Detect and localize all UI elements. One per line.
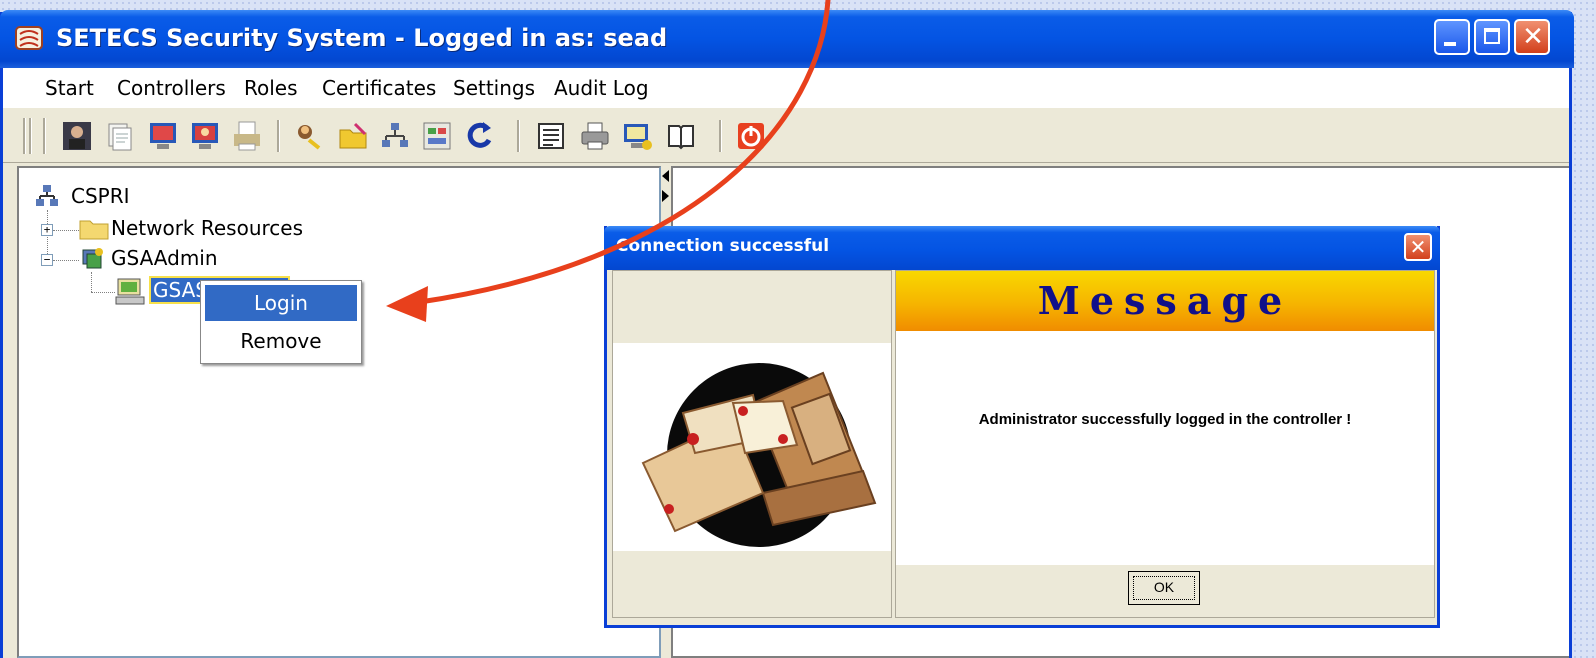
dialog-titlebar[interactable]: Connection successful ✕	[604, 226, 1440, 270]
menu-bar: Start Controllers Roles Certificates Set…	[3, 68, 1569, 108]
dialog-image-area	[613, 343, 891, 551]
dialog-message-pane: Message Administrator successfully logge…	[895, 270, 1435, 618]
menu-start[interactable]: Start	[45, 68, 94, 108]
refresh-icon[interactable]	[465, 120, 497, 152]
context-menu: Login Remove	[200, 280, 362, 364]
context-menu-remove[interactable]: Remove	[205, 323, 357, 359]
dialog-image-pane	[612, 270, 892, 618]
menu-settings[interactable]: Settings	[453, 68, 535, 108]
close-icon: ✕	[1409, 235, 1427, 259]
tree-line	[53, 230, 79, 231]
collapse-icon[interactable]: −	[41, 254, 53, 266]
folder-icon	[79, 220, 109, 240]
toolbar-separator	[719, 120, 722, 152]
window-titlebar[interactable]: SETECS Security System - Logged in as: s…	[0, 10, 1574, 68]
monitor-user-icon[interactable]	[189, 120, 221, 152]
collapse-right-icon[interactable]	[662, 190, 669, 202]
toolbar-grip[interactable]	[43, 118, 46, 154]
list-icon[interactable]	[535, 120, 567, 152]
menu-controllers[interactable]: Controllers	[117, 68, 226, 108]
server-group-icon	[82, 248, 103, 269]
tree-line	[91, 272, 92, 292]
dialog-message: Administrator successfully logged in the…	[978, 411, 1352, 428]
close-button[interactable]: ✕	[1514, 19, 1550, 55]
tree-line	[53, 260, 79, 261]
keys-user-icon[interactable]	[293, 120, 325, 152]
mail-computer-illustration	[641, 363, 877, 547]
documents-icon[interactable]	[103, 120, 135, 152]
dialog-close-button[interactable]: ✕	[1404, 233, 1432, 261]
dialog-title: Connection successful	[616, 236, 830, 256]
minimize-button[interactable]	[1434, 19, 1470, 55]
menu-roles[interactable]: Roles	[244, 68, 298, 108]
monitor-red-icon[interactable]	[147, 120, 179, 152]
window-title: SETECS Security System - Logged in as: s…	[56, 24, 668, 52]
tree-panel[interactable]: CSPRI + Network Resources − GSAAdmin GSA…	[17, 166, 661, 658]
toolbar-separator	[517, 120, 520, 152]
context-menu-login[interactable]: Login	[205, 285, 357, 321]
folder-edit-icon[interactable]	[337, 120, 369, 152]
close-icon: ✕	[1522, 22, 1544, 52]
computer-icon	[115, 278, 145, 305]
book-icon[interactable]	[665, 120, 697, 152]
maximize-icon	[1484, 28, 1500, 44]
tree-line	[91, 292, 115, 293]
expand-icon[interactable]: +	[41, 224, 53, 236]
collapse-left-icon[interactable]	[662, 170, 669, 182]
print-icon[interactable]	[579, 120, 611, 152]
setecs-app-icon	[15, 26, 43, 50]
connection-dialog: Connection successful ✕ Message Administ…	[604, 226, 1440, 628]
monitor-info-icon[interactable]	[621, 120, 653, 152]
menu-certificates[interactable]: Certificates	[322, 68, 436, 108]
maximize-button[interactable]	[1474, 19, 1510, 55]
toolbar-grip[interactable]	[29, 118, 32, 154]
tree-node-network-resources[interactable]: Network Resources	[111, 214, 303, 242]
dialog-button-bar: OK	[896, 565, 1434, 617]
network-icon[interactable]	[379, 120, 411, 152]
printer-doc-icon[interactable]	[231, 120, 263, 152]
form-icon[interactable]	[421, 120, 453, 152]
toolbar	[3, 112, 1569, 163]
menu-audit-log[interactable]: Audit Log	[554, 68, 649, 108]
tree-node-gsaadmin[interactable]: GSAAdmin	[111, 244, 218, 272]
network-root-icon	[36, 185, 58, 206]
toolbar-grip[interactable]	[23, 118, 26, 154]
minimize-icon	[1444, 42, 1456, 46]
message-banner: Message	[896, 271, 1434, 331]
ok-button[interactable]: OK	[1128, 571, 1200, 605]
focus-ring	[1133, 576, 1195, 600]
user-admin-icon[interactable]	[61, 120, 93, 152]
power-icon[interactable]	[735, 120, 767, 152]
toolbar-separator	[277, 120, 280, 152]
tree-root-label[interactable]: CSPRI	[71, 182, 130, 210]
